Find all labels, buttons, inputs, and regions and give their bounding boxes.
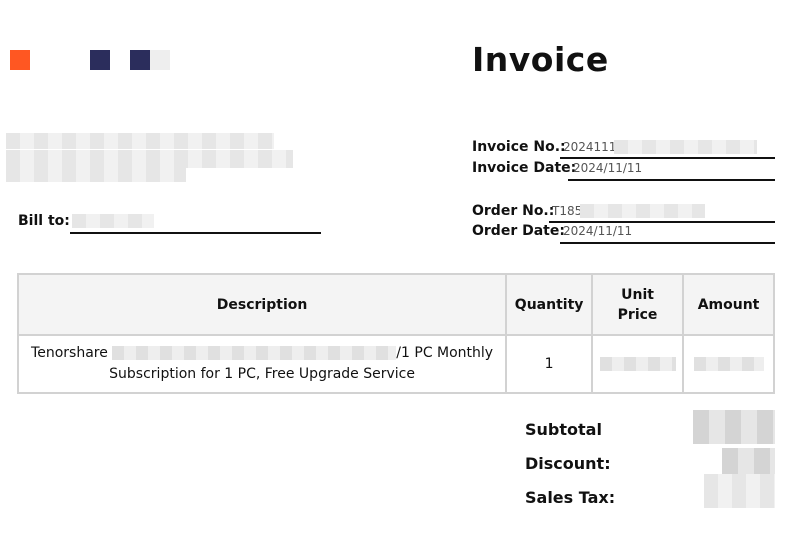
description-line2: Subscription for 1 PC, Free Upgrade Serv… — [109, 366, 415, 382]
company-address-redacted — [6, 150, 293, 168]
header-unit-price: Unit Price — [591, 273, 685, 336]
description-start: Tenorshare — [31, 345, 108, 361]
sales-tax-redacted — [704, 474, 775, 508]
description-redacted — [112, 346, 397, 360]
bill-to-underline — [70, 232, 321, 234]
unit-price-redacted — [599, 356, 676, 371]
invoice-no-underline — [560, 157, 775, 159]
invoice-no-redacted — [614, 140, 757, 154]
invoice-title: Invoice — [472, 40, 609, 79]
description-cell: Tenorshare /1 PC Monthly Subscription fo… — [16, 334, 508, 394]
logo-light-square — [150, 50, 170, 70]
order-date-underline — [560, 242, 775, 244]
invoice-date-value: 2024/11/11 — [573, 161, 643, 175]
bill-to-redacted — [72, 214, 154, 228]
subtotal-label: Subtotal — [525, 420, 602, 439]
order-date-label: Order Date: — [472, 223, 565, 239]
header-quantity: Quantity — [505, 273, 594, 336]
unit-price-cell — [591, 334, 685, 394]
discount-label: Discount: — [525, 454, 611, 473]
quantity-cell: 1 — [505, 334, 594, 394]
sales-tax-label: Sales Tax: — [525, 488, 616, 507]
order-no-redacted — [580, 204, 705, 218]
order-no-label: Order No.: — [472, 203, 555, 219]
table-header-row: Description Quantity Unit Price Amount — [16, 273, 775, 336]
header-amount: Amount — [682, 273, 775, 336]
description-end: /1 PC Monthly — [396, 345, 494, 361]
invoice-date-underline — [568, 179, 775, 181]
logo-navy-square — [130, 50, 150, 70]
invoice-date-label: Invoice Date: — [472, 160, 577, 176]
company-address-redacted — [6, 168, 186, 182]
amount-redacted — [693, 356, 764, 371]
order-date-value: 2024/11/11 — [563, 224, 633, 238]
table-row: Tenorshare /1 PC Monthly Subscription fo… — [16, 334, 775, 394]
logo-navy-square — [90, 50, 110, 70]
company-address-redacted — [6, 133, 274, 149]
subtotal-redacted — [693, 410, 775, 444]
order-no-underline — [549, 221, 775, 223]
invoice-no-value: 2024111 — [563, 140, 617, 154]
invoice-no-label: Invoice No.: — [472, 139, 566, 155]
header-description: Description — [16, 273, 508, 336]
bill-to-label: Bill to: — [18, 213, 70, 229]
order-no-value: T185 — [552, 204, 583, 218]
amount-cell — [682, 334, 775, 394]
items-table: Description Quantity Unit Price Amount T… — [16, 273, 775, 394]
logo-orange-square — [10, 50, 30, 70]
